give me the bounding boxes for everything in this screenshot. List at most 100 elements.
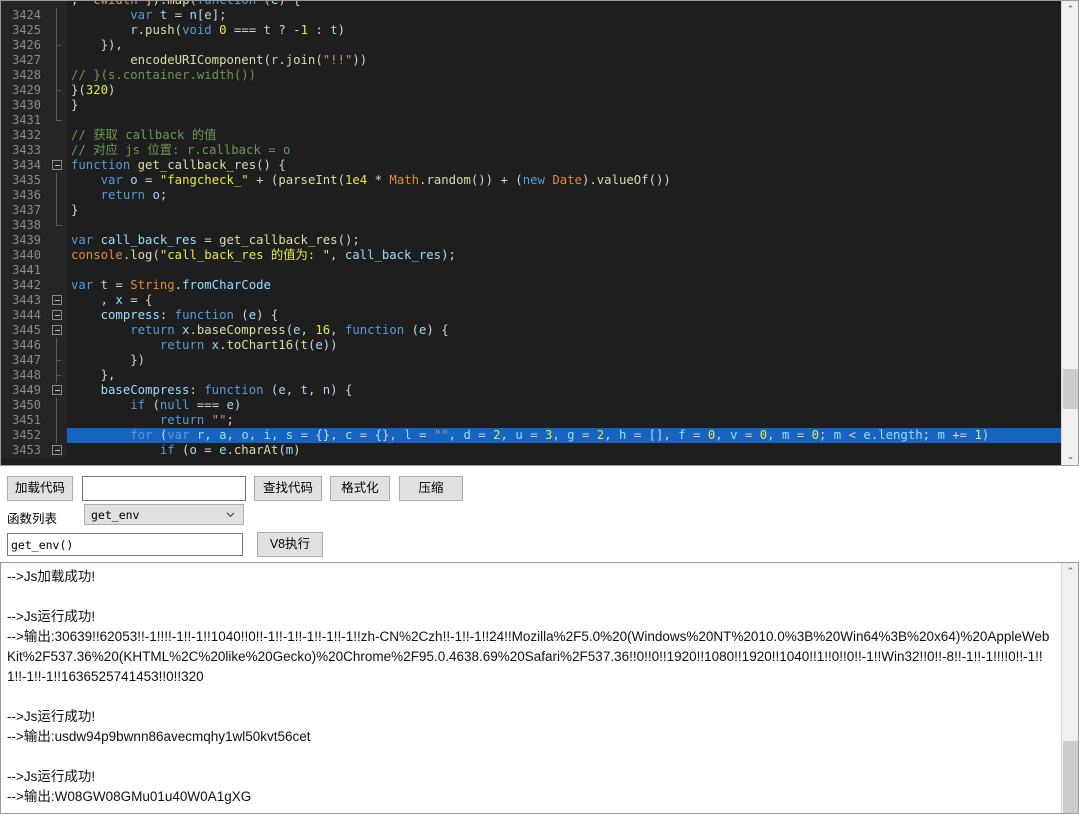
scroll-down-arrow-icon[interactable]: ⌄ <box>1062 448 1078 465</box>
code-line[interactable]: 3424 var t = n[e]; <box>1 8 1061 23</box>
fold-marker[interactable] <box>49 113 67 128</box>
code-line[interactable]: 3443 , x = { <box>1 293 1061 308</box>
code-line[interactable]: 3428 // }(s.container.width()) <box>1 68 1061 83</box>
code-line[interactable]: 3435 var o = "fangcheck_" + (parseInt(1e… <box>1 173 1061 188</box>
output-console[interactable]: -->Js加载成功! -->Js运行成功! -->输出:30639!!62053!… <box>0 562 1079 814</box>
code-line[interactable]: 3429}(320) <box>1 83 1061 98</box>
run-v8-button[interactable]: V8执行 <box>257 532 323 557</box>
fold-marker[interactable] <box>49 98 67 113</box>
fold-marker[interactable] <box>49 263 67 278</box>
fold-marker[interactable] <box>49 38 67 53</box>
code-editor[interactable]: , "cwidth"]).map(function (e) {3424 var … <box>0 0 1079 466</box>
code-line[interactable]: 3453 if (o = e.charAt(m) <box>1 443 1061 458</box>
code-text: // }(s.container.width()) <box>71 68 257 82</box>
fold-marker[interactable] <box>49 443 67 458</box>
fold-marker[interactable] <box>49 128 67 143</box>
line-number: 3431 <box>1 113 49 128</box>
code-text: // 对应 js 位置: r.callback = o <box>71 143 291 157</box>
fold-marker[interactable] <box>49 308 67 323</box>
code-line[interactable]: 3431 <box>1 113 1061 128</box>
console-text-area[interactable]: -->Js加载成功! -->Js运行成功! -->输出:30639!!62053!… <box>1 563 1061 813</box>
fold-marker[interactable] <box>49 188 67 203</box>
fold-marker[interactable] <box>49 173 67 188</box>
code-line[interactable]: 3426 }), <box>1 38 1061 53</box>
code-line[interactable]: 3444 compress: function (e) { <box>1 308 1061 323</box>
fold-marker[interactable] <box>49 278 67 293</box>
fold-marker[interactable] <box>49 353 67 368</box>
console-vertical-scrollbar[interactable]: ⌃ <box>1061 563 1078 813</box>
code-line[interactable]: 3450 if (null === e) <box>1 398 1061 413</box>
code-text: } <box>71 203 79 217</box>
scroll-up-arrow-icon[interactable]: ⌃ <box>1062 1 1078 18</box>
console-line: -->Js运行成功! <box>7 609 96 624</box>
code-line[interactable]: 3433 // 对应 js 位置: r.callback = o <box>1 143 1061 158</box>
code-line[interactable]: 3430} <box>1 98 1061 113</box>
function-select[interactable]: get_env <box>84 504 244 525</box>
fold-marker[interactable] <box>49 323 67 338</box>
code-editor-viewport[interactable]: , "cwidth"]).map(function (e) {3424 var … <box>1 1 1061 465</box>
code-line[interactable]: 3438 <box>1 218 1061 233</box>
line-number: 3424 <box>1 8 49 23</box>
line-number: 3437 <box>1 203 49 218</box>
code-line[interactable]: 3451 return ""; <box>1 413 1061 428</box>
code-line[interactable]: 3439 var call_back_res = get_callback_res… <box>1 233 1061 248</box>
fold-marker[interactable] <box>49 338 67 353</box>
fold-marker[interactable] <box>49 158 67 173</box>
function-list-label: 函数列表 <box>7 512 58 526</box>
fold-marker[interactable] <box>49 143 67 158</box>
format-button[interactable]: 格式化 <box>330 476 390 501</box>
fold-marker[interactable] <box>49 428 67 443</box>
code-line[interactable]: 3446 return x.toChart16(t(e)) <box>1 338 1061 353</box>
editor-vertical-scrollbar[interactable]: ⌃ ⌄ <box>1061 1 1078 465</box>
line-number: 3427 <box>1 53 49 68</box>
code-line[interactable]: 3436 return o; <box>1 188 1061 203</box>
fold-marker[interactable] <box>49 8 67 23</box>
call-expression-input[interactable] <box>7 533 243 556</box>
compress-button[interactable]: 压缩 <box>399 476 463 501</box>
fold-marker[interactable] <box>49 383 67 398</box>
search-input[interactable] <box>82 476 246 501</box>
code-line[interactable]: 3440 console.log("call_back_res 的值为: ", c… <box>1 248 1061 263</box>
code-line[interactable]: 3425 r.push(void 0 === t ? -1 : t) <box>1 23 1061 38</box>
code-text: , "cwidth"]).map(function (e) { <box>67 1 1061 8</box>
fold-marker[interactable] <box>49 68 67 83</box>
fold-marker[interactable] <box>49 413 67 428</box>
fold-marker[interactable] <box>49 398 67 413</box>
code-line[interactable]: 3445 return x.baseCompress(e, 16, functi… <box>1 323 1061 338</box>
editor-scrollbar-thumb[interactable] <box>1063 369 1078 409</box>
chevron-down-icon <box>226 512 235 518</box>
code-line[interactable]: 3441 <box>1 263 1061 278</box>
fold-marker[interactable] <box>49 293 67 308</box>
code-line[interactable]: 3447 }) <box>1 353 1061 368</box>
code-line[interactable]: 3427 encodeURIComponent(r.join("!!")) <box>1 53 1061 68</box>
fold-marker[interactable] <box>49 203 67 218</box>
line-number: 3451 <box>1 413 49 428</box>
code-line[interactable]: 3442 var t = String.fromCharCode <box>1 278 1061 293</box>
fold-marker[interactable] <box>49 248 67 263</box>
code-line[interactable]: 3452 for (var r, a, o, i, s = {}, c = {}… <box>1 428 1061 443</box>
fold-marker[interactable] <box>49 53 67 68</box>
fold-marker[interactable] <box>49 23 67 38</box>
code-line[interactable]: 3437} <box>1 203 1061 218</box>
console-scroll-up-arrow-icon[interactable]: ⌃ <box>1062 563 1078 580</box>
fold-marker[interactable] <box>49 368 67 383</box>
code-line[interactable]: 3449 baseCompress: function (e, t, n) { <box>1 383 1061 398</box>
find-code-button[interactable]: 查找代码 <box>254 476 322 501</box>
fold-marker[interactable] <box>49 233 67 248</box>
code-line[interactable]: 3434 function get_callback_res() { <box>1 158 1061 173</box>
line-number: 3446 <box>1 338 49 353</box>
code-line[interactable]: 3448 }, <box>1 368 1061 383</box>
load-code-button[interactable]: 加载代码 <box>7 476 73 501</box>
code-text: baseCompress: function (e, t, n) { <box>100 383 353 397</box>
code-text: return x.toChart16(t(e)) <box>159 338 338 352</box>
code-line[interactable]: 3432 // 获取 callback 的值 <box>1 128 1061 143</box>
fold-marker[interactable] <box>49 83 67 98</box>
fold-marker[interactable] <box>49 1 67 8</box>
console-scrollbar-thumb[interactable] <box>1063 741 1078 813</box>
fold-marker[interactable] <box>49 218 67 233</box>
line-number: 3448 <box>1 368 49 383</box>
line-number: 3425 <box>1 23 49 38</box>
